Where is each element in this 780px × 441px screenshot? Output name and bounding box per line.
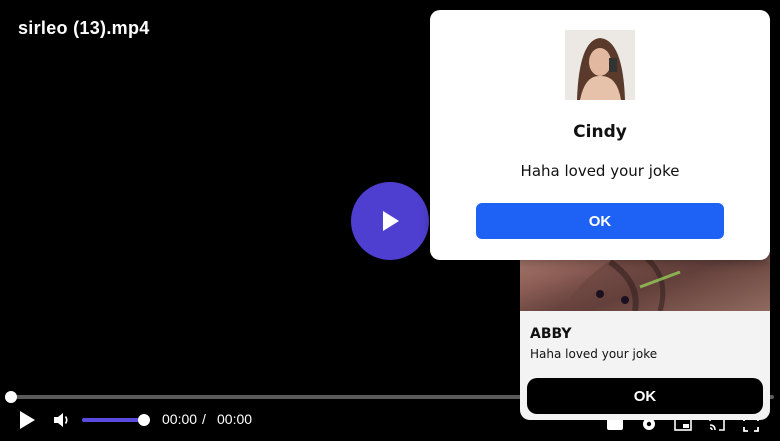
- big-play-button[interactable]: [351, 182, 429, 260]
- abby-message: Haha loved your joke: [530, 347, 658, 361]
- cindy-name: Cindy: [573, 122, 627, 142]
- volume-slider[interactable]: [82, 418, 144, 422]
- play-icon: [383, 211, 399, 231]
- abby-name: ABBY: [530, 326, 572, 342]
- cindy-avatar: [565, 30, 635, 100]
- cindy-dialog: Cindy Haha loved your joke OK: [430, 10, 770, 260]
- volume-thumb[interactable]: [138, 414, 150, 426]
- abby-ok-button[interactable]: OK: [527, 378, 763, 414]
- mute-button[interactable]: [52, 410, 72, 430]
- seek-thumb[interactable]: [5, 391, 17, 403]
- current-time: 00:00: [162, 411, 198, 427]
- cindy-ok-button[interactable]: OK: [476, 203, 724, 239]
- duration: 00:00: [217, 411, 253, 427]
- play-button[interactable]: [16, 409, 38, 431]
- abby-notification: ABBY Haha loved your joke OK: [520, 232, 770, 420]
- cindy-message: Haha loved your joke: [520, 162, 680, 180]
- play-icon: [20, 411, 35, 429]
- video-title: sirleo (13).mp4: [18, 18, 150, 38]
- volume-icon: [54, 413, 68, 427]
- time-separator: /: [202, 411, 206, 427]
